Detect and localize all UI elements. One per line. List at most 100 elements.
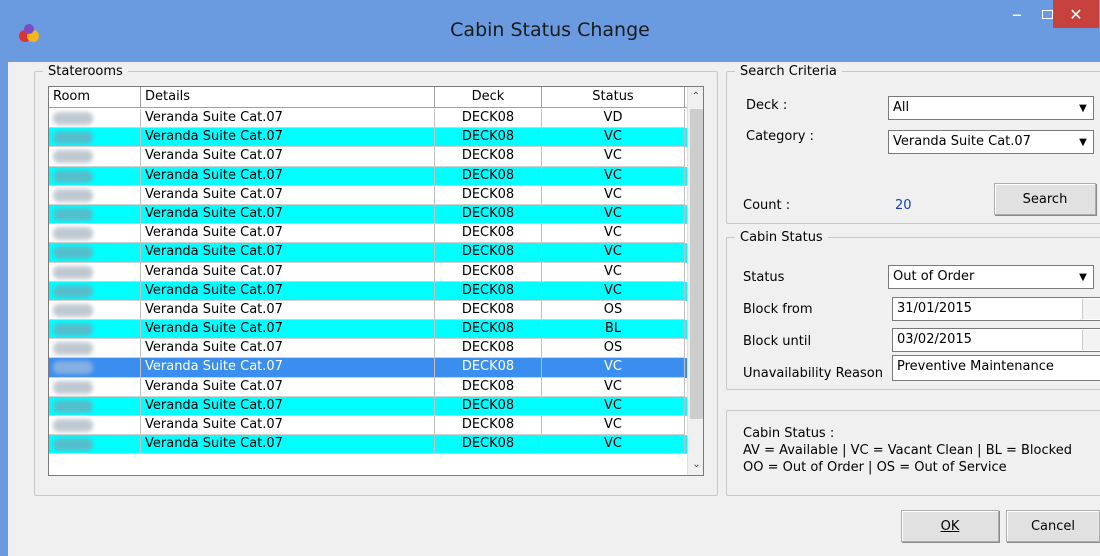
room-number-redacted	[53, 207, 93, 221]
details-cell: Veranda Suite Cat.07	[141, 166, 435, 186]
table-row[interactable]: Veranda Suite Cat.07 DECK08 VC	[49, 262, 687, 282]
details-cell: Veranda Suite Cat.07	[141, 147, 435, 167]
details-cell: Veranda Suite Cat.07	[141, 185, 435, 205]
scroll-thumb[interactable]	[690, 109, 703, 419]
room-number-redacted	[53, 380, 93, 394]
chevron-down-icon[interactable]: ▼	[1073, 97, 1093, 119]
status-cell: VC	[542, 224, 685, 244]
details-cell: Veranda Suite Cat.07	[141, 396, 435, 416]
room-cell	[49, 377, 141, 397]
table-row[interactable]: Veranda Suite Cat.07 DECK08 VC	[49, 166, 687, 186]
table-row[interactable]: Veranda Suite Cat.07 DECK08 VC	[49, 416, 687, 436]
deck-label: Deck :	[746, 98, 788, 113]
table-row[interactable]: Veranda Suite Cat.07 DECK08 VC	[49, 128, 687, 148]
deck-cell: DECK08	[435, 204, 542, 225]
deck-cell: DECK08	[435, 128, 542, 148]
table-row[interactable]: Veranda Suite Cat.07 DECK08 VC	[49, 396, 687, 416]
cancel-button[interactable]: Cancel	[1006, 510, 1100, 542]
room-number-redacted	[53, 303, 93, 317]
deck-cell: DECK08	[435, 224, 542, 244]
table-row[interactable]: Veranda Suite Cat.07 DECK08 VC	[49, 435, 687, 455]
category-select-value: Veranda Suite Cat.07	[893, 134, 1031, 149]
room-number-redacted	[53, 188, 93, 202]
room-cell	[49, 243, 141, 263]
minimize-button[interactable]: –	[1002, 0, 1032, 28]
table-row[interactable]: Veranda Suite Cat.07 DECK08 VD	[49, 109, 687, 129]
close-button[interactable]: ✕	[1053, 0, 1099, 28]
room-number-redacted	[53, 323, 93, 337]
deck-cell: DECK08	[435, 416, 542, 436]
status-cell: BL	[542, 320, 685, 340]
status-select[interactable]: Out of Order ▼	[888, 265, 1094, 289]
details-cell: Veranda Suite Cat.07	[141, 377, 435, 397]
room-cell	[49, 358, 141, 378]
status-cell: VC	[542, 377, 685, 397]
deck-cell: DECK08	[435, 243, 542, 263]
status-cell: VC	[542, 396, 685, 416]
deck-select-value: All	[893, 100, 910, 115]
room-number-redacted	[53, 361, 93, 375]
table-row[interactable]: Veranda Suite Cat.07 DECK08 VC	[49, 147, 687, 167]
column-header-details[interactable]: Details	[141, 87, 435, 108]
category-select[interactable]: Veranda Suite Cat.07 ▼	[888, 130, 1094, 154]
column-header-deck[interactable]: Deck	[435, 87, 542, 108]
table-row[interactable]: Veranda Suite Cat.07 DECK08 OS	[49, 339, 687, 359]
details-cell: Veranda Suite Cat.07	[141, 204, 435, 225]
search-button[interactable]: Search	[994, 183, 1096, 215]
reason-input[interactable]: Preventive Maintenance	[892, 355, 1100, 381]
ok-button[interactable]: OK	[901, 510, 999, 542]
staterooms-list[interactable]: Room Details Deck Status Veranda Suite C…	[48, 86, 704, 476]
deck-select[interactable]: All ▼	[888, 96, 1094, 120]
block-from-value: 31/01/2015	[897, 301, 972, 316]
chevron-down-icon[interactable]: ▼	[1073, 266, 1093, 288]
close-icon: ✕	[1069, 4, 1083, 24]
search-criteria-legend: Search Criteria	[740, 64, 837, 79]
calendar-dropdown-icon[interactable]	[1082, 330, 1100, 350]
room-cell	[49, 224, 141, 244]
chevron-down-icon[interactable]: ▼	[1073, 131, 1093, 153]
table-row[interactable]: Veranda Suite Cat.07 DECK08 VC	[49, 281, 687, 301]
deck-cell: DECK08	[435, 185, 542, 205]
status-legend-line2: OO = Out of Order | OS = Out of Service	[743, 460, 1007, 475]
table-row[interactable]: Veranda Suite Cat.07 DECK08 OS	[49, 300, 687, 321]
block-from-date[interactable]: 31/01/2015	[892, 297, 1100, 321]
calendar-dropdown-icon[interactable]	[1082, 299, 1100, 319]
room-number-redacted	[53, 131, 93, 145]
status-cell: VC	[542, 281, 685, 301]
category-label: Category :	[746, 129, 814, 144]
table-row[interactable]: Veranda Suite Cat.07 DECK08 BL	[49, 320, 687, 340]
reason-label: Unavailability Reason	[743, 366, 883, 381]
status-label: Status	[743, 270, 785, 285]
column-header-room[interactable]: Room	[49, 87, 141, 108]
table-row[interactable]: Veranda Suite Cat.07 DECK08 VC	[49, 358, 687, 378]
details-cell: Veranda Suite Cat.07	[141, 339, 435, 359]
details-cell: Veranda Suite Cat.07	[141, 435, 435, 455]
column-header-status[interactable]: Status	[542, 87, 685, 108]
room-cell	[49, 416, 141, 436]
cabin-status-legend: Cabin Status	[740, 230, 823, 245]
details-cell: Veranda Suite Cat.07	[141, 109, 435, 129]
room-number-redacted	[53, 342, 93, 356]
status-cell: VC	[542, 435, 685, 455]
deck-cell: DECK08	[435, 281, 542, 301]
deck-cell: DECK08	[435, 339, 542, 359]
count-value: 20	[895, 198, 912, 213]
block-until-date[interactable]: 03/02/2015	[892, 328, 1100, 352]
list-scrollbar[interactable]: ⌃ ⌄	[687, 87, 703, 475]
table-row[interactable]: Veranda Suite Cat.07 DECK08 VC	[49, 204, 687, 225]
room-cell	[49, 109, 141, 129]
scroll-down-icon[interactable]: ⌄	[688, 455, 703, 475]
room-cell	[49, 300, 141, 321]
room-cell	[49, 147, 141, 167]
table-row[interactable]: Veranda Suite Cat.07 DECK08 VC	[49, 243, 687, 263]
status-cell: VC	[542, 243, 685, 263]
table-row[interactable]: Veranda Suite Cat.07 DECK08 VC	[49, 185, 687, 205]
scroll-up-icon[interactable]: ⌃	[688, 87, 703, 107]
status-cell: VC	[542, 128, 685, 148]
details-cell: Veranda Suite Cat.07	[141, 320, 435, 340]
staterooms-legend: Staterooms	[48, 64, 123, 79]
block-from-label: Block from	[743, 302, 813, 317]
table-row[interactable]: Veranda Suite Cat.07 DECK08 VC	[49, 377, 687, 397]
list-header: Room Details Deck Status	[49, 87, 687, 108]
table-row[interactable]: Veranda Suite Cat.07 DECK08 VC	[49, 224, 687, 244]
